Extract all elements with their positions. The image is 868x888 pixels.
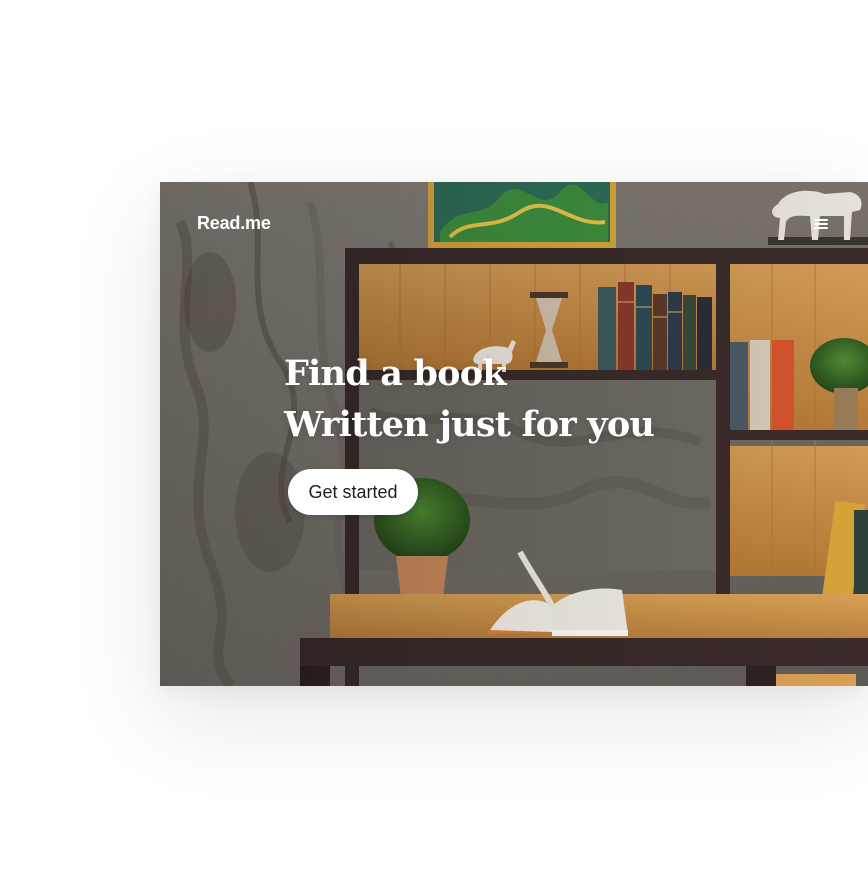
hero-headline: Find a book Written just for you <box>284 348 655 450</box>
page: Read.me Find a book Written just for you… <box>0 0 868 888</box>
menu-line <box>814 227 828 229</box>
menu-line <box>814 219 828 221</box>
headline-line-1: Find a book <box>284 353 507 394</box>
menu-line <box>814 223 828 225</box>
headline-line-2: Written just for you <box>284 404 655 445</box>
get-started-button[interactable]: Get started <box>288 469 418 515</box>
brand-logo[interactable]: Read.me <box>197 213 271 234</box>
hamburger-menu-icon[interactable] <box>812 216 832 232</box>
hero-section: Read.me Find a book Written just for you… <box>160 182 868 686</box>
